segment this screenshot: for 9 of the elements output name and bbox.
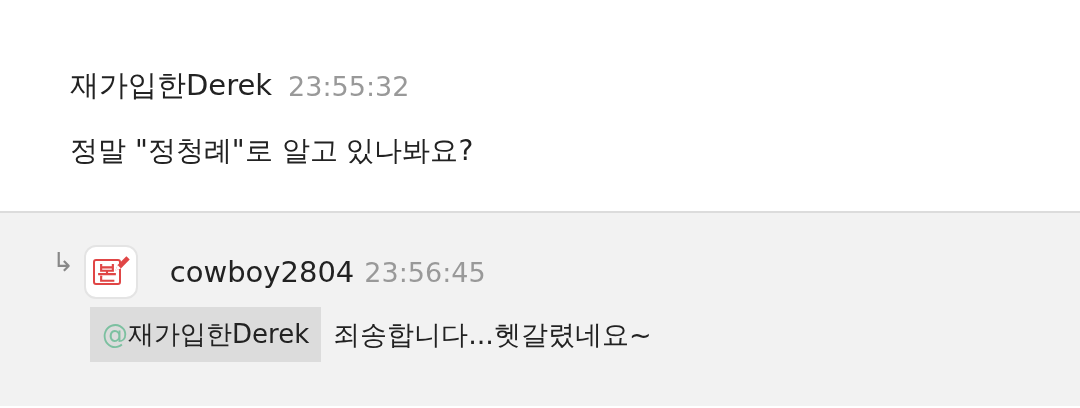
message-text: 죄송합니다...헷갈렸네요~ [333,317,652,352]
mention-link[interactable]: @재가입한Derek [90,307,322,362]
author-name: 재가입한Derek [70,67,273,104]
reply-arrow: ↳ [52,247,74,277]
timestamp: 23:55:32 [288,70,410,102]
message-text: 정말 "정청례"로 알고 있나봐요? [70,133,474,169]
badge-icon: 본 [83,245,138,299]
author-name: cowboy2804 [169,255,355,289]
timestamp: 23:56:45 [364,256,486,288]
